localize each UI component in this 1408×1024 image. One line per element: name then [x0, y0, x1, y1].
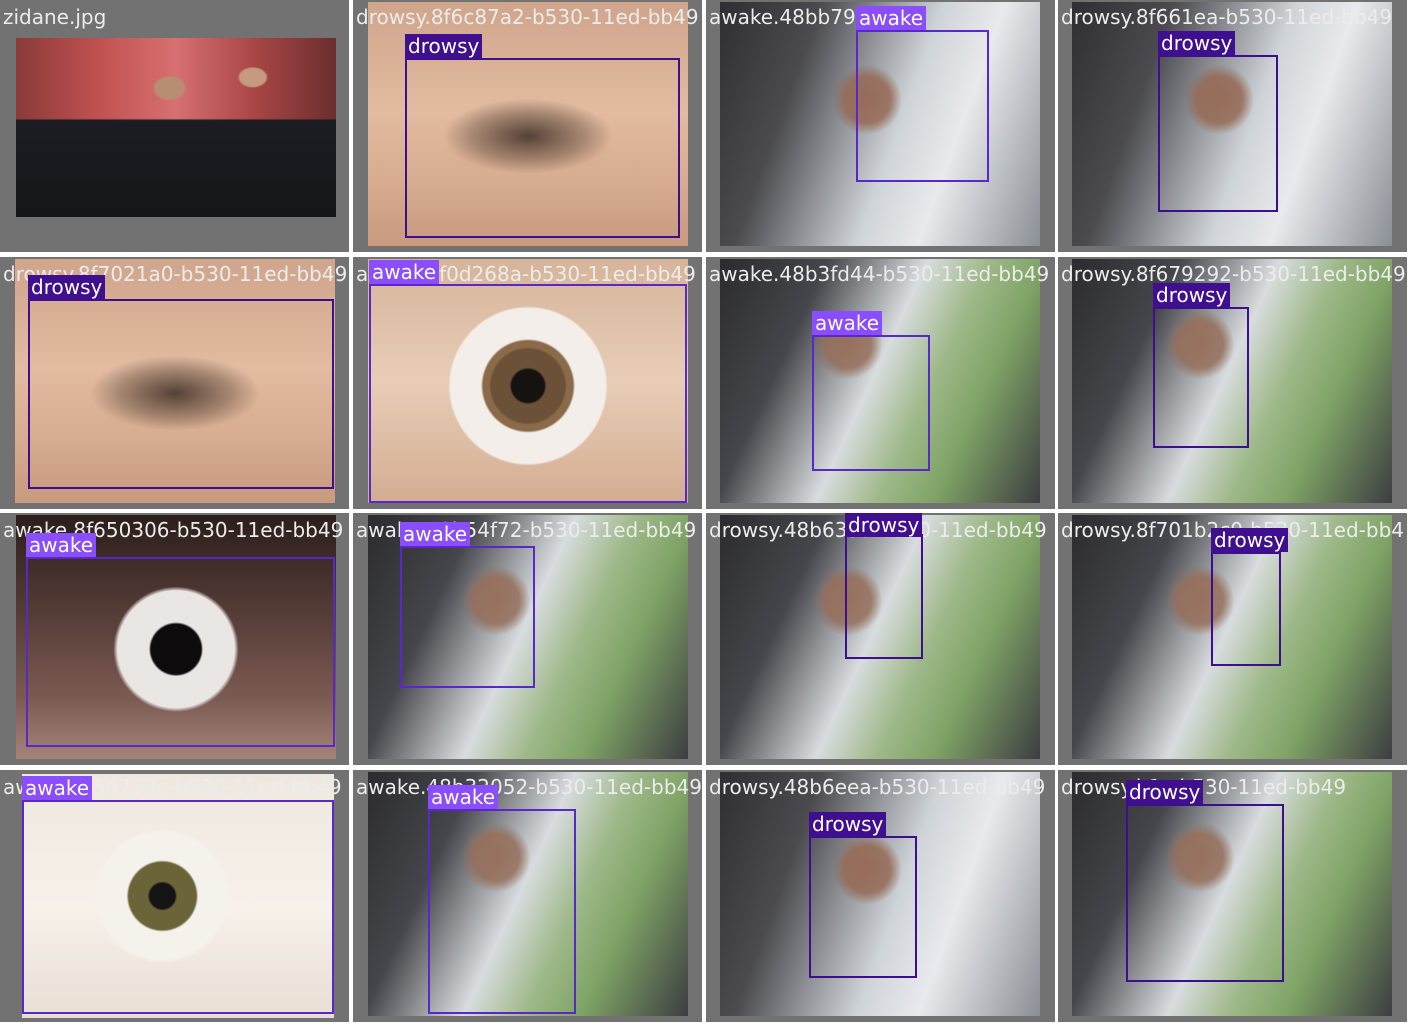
detection-box	[1153, 307, 1249, 448]
result-tile: drowsy.8f6c87a2-b530-11ed-bb49 drowsy	[353, 0, 702, 252]
detection-label: awake	[22, 776, 93, 800]
tile-caption: drowsy.b1c-b530-11ed-bb49	[1061, 775, 1347, 799]
result-tile: awake.48b32052-b530-11ed-bb49 awake	[353, 770, 702, 1022]
detection-box	[1126, 804, 1284, 982]
detection-box	[845, 534, 923, 659]
detection-label: awake	[369, 260, 440, 284]
result-tile: drowsy.8f679292-b530-11ed-bb49 drowsy	[1058, 257, 1407, 509]
detection-label: drowsy	[28, 275, 106, 299]
tile-caption: drowsy.48b6eea-b530-11ed-bb49	[709, 775, 1046, 799]
tile-caption: drowsy.8f679292-b530-11ed-bb49	[1061, 262, 1406, 286]
detection-label: awake	[428, 785, 499, 809]
detection-box	[405, 58, 680, 238]
detection-label: drowsy	[1153, 283, 1231, 307]
result-tile: drowsy.48b6eea-b530-11ed-bb49 drowsy	[706, 770, 1055, 1022]
detection-label: drowsy	[845, 513, 923, 537]
result-tile: awake.8f54793c-b530-11ed-bb49 awake	[0, 770, 349, 1022]
result-photo	[16, 38, 336, 217]
detection-box	[809, 836, 917, 978]
result-tile: zidane.jpg	[0, 0, 349, 252]
detection-box	[812, 335, 930, 471]
detection-label: awake	[400, 522, 471, 546]
detection-label: drowsy	[1158, 31, 1236, 55]
detection-box	[22, 800, 334, 1014]
tile-caption: awake.48b32052-b530-11ed-bb49	[356, 775, 702, 799]
detection-label: awake	[26, 533, 97, 557]
detection-box	[428, 809, 576, 1014]
tile-caption: drowsy.8f6c87a2-b530-11ed-bb49	[356, 5, 699, 29]
tile-caption: drowsy.8f661ea-b530-11ed-bb49	[1061, 5, 1393, 29]
detection-results-grid: zidane.jpg drowsy.8f6c87a2-b530-11ed-bb49…	[0, 0, 1408, 1024]
detection-label: drowsy	[1211, 528, 1289, 552]
detection-box	[400, 546, 535, 688]
detection-box	[1158, 55, 1278, 212]
result-tile: drowsy.8f661ea-b530-11ed-bb49 drowsy	[1058, 0, 1407, 252]
result-tile: awake.8f650306-b530-11ed-bb49 awake	[0, 513, 349, 765]
tile-caption: awake.48b3fd44-b530-11ed-bb49	[709, 262, 1050, 286]
result-tile: drowsy.b1c-b530-11ed-bb49 drowsy	[1058, 770, 1407, 1022]
result-tile: drowsy.8f701b2c0-b530-11ed-bb4drowsy	[1058, 513, 1407, 765]
result-tile: awake.48b54f72-b530-11ed-bb49 awake	[353, 513, 702, 765]
detection-box	[856, 30, 989, 182]
result-tile: drowsy.8f7021a0-b530-11ed-bb49 drowsy	[0, 257, 349, 509]
result-tile: awake.48b3fd44-b530-11ed-bb49 awake	[706, 257, 1055, 509]
tile-caption: zidane.jpg	[3, 5, 107, 29]
tile-caption: awake.48bb795	[709, 5, 869, 29]
result-tile: drowsy.48b6359-b530-11ed-bb49drowsy	[706, 513, 1055, 765]
detection-box	[28, 299, 334, 489]
detection-label: awake	[812, 311, 883, 335]
result-tile: awake.8f0d268a-b530-11ed-bb49 awake	[353, 257, 702, 509]
detection-box	[26, 557, 335, 747]
result-tile: awake.48bb795 awake	[706, 0, 1055, 252]
detection-box	[369, 284, 687, 503]
detection-label: drowsy	[405, 34, 483, 58]
detection-box	[1211, 552, 1281, 666]
detection-label: awake	[856, 6, 927, 30]
detection-label: drowsy	[1126, 780, 1204, 804]
detection-label: drowsy	[809, 812, 887, 836]
